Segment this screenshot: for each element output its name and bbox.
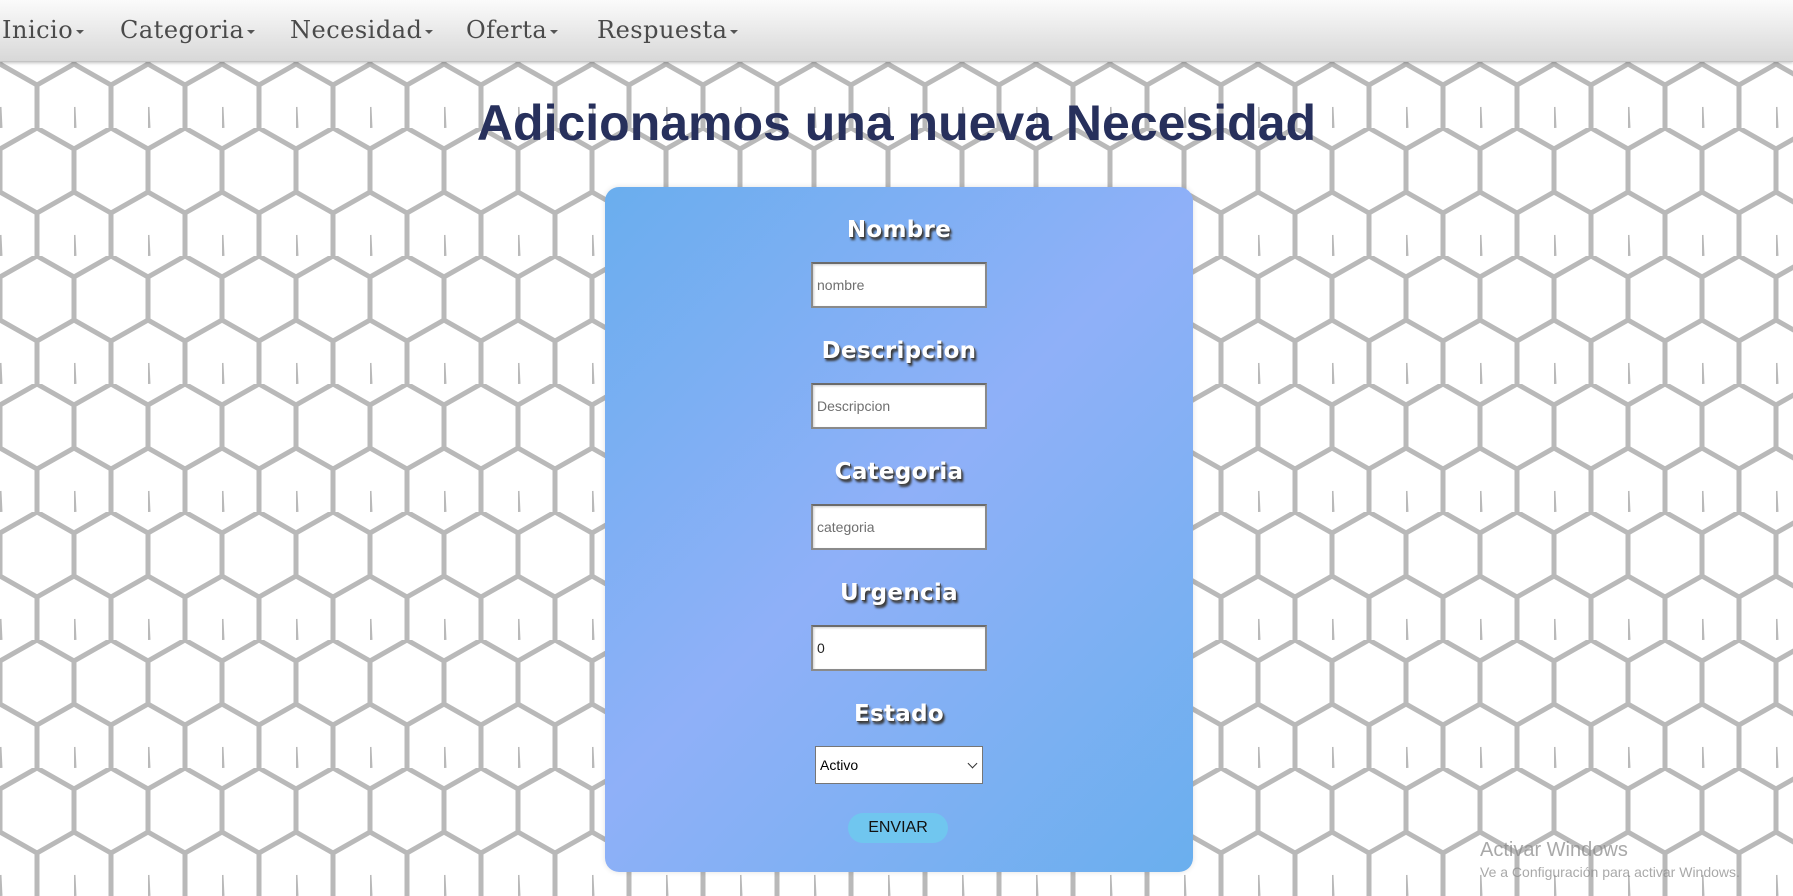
categoria-input[interactable] xyxy=(811,504,987,550)
descripcion-label: Descripcion xyxy=(821,338,977,364)
nav-item-label: Oferta xyxy=(466,16,548,44)
descripcion-input[interactable] xyxy=(811,383,987,429)
watermark-title: Activar Windows xyxy=(1480,839,1628,861)
caret-down-icon xyxy=(76,30,85,34)
nombre-label: Nombre xyxy=(846,217,952,243)
nav-item-categoria[interactable]: Categoria xyxy=(120,12,256,48)
enviar-button[interactable]: ENVIAR xyxy=(848,813,948,843)
nav-item-label: Categoria xyxy=(120,16,245,44)
chevron-down-icon xyxy=(967,758,978,769)
estado-select[interactable]: Activo xyxy=(815,746,983,784)
caret-down-icon xyxy=(730,30,739,34)
top-navbar: Inicio Categoria Necesidad Oferta Respue… xyxy=(0,0,1793,62)
caret-down-icon xyxy=(550,30,559,34)
page-title: Adicionamos una nueva Necesidad xyxy=(476,95,1317,151)
nav-item-inicio[interactable]: Inicio xyxy=(2,12,85,48)
nav-item-necesidad[interactable]: Necesidad xyxy=(290,12,434,48)
nav-item-oferta[interactable]: Oferta xyxy=(466,12,559,48)
nav-item-label: Necesidad xyxy=(290,16,423,44)
nav-item-respuesta[interactable]: Respuesta xyxy=(597,12,739,48)
caret-down-icon xyxy=(425,30,434,34)
watermark-subtitle: Ve a Configuración para activar Windows. xyxy=(1480,864,1740,880)
estado-label: Estado xyxy=(854,701,944,727)
necesidad-form: Nombre Descripcion Categoria Urgencia Es… xyxy=(605,187,1193,872)
urgencia-input[interactable] xyxy=(811,625,987,671)
nav-item-label: Respuesta xyxy=(597,16,728,44)
caret-down-icon xyxy=(247,30,256,34)
estado-selected-value: Activo xyxy=(820,757,859,773)
urgencia-label: Urgencia xyxy=(840,580,958,606)
nombre-input[interactable] xyxy=(811,262,987,308)
categoria-label: Categoria xyxy=(834,459,964,485)
nav-item-label: Inicio xyxy=(2,16,74,44)
windows-activation-watermark: Activar Windows Ve a Configuración para … xyxy=(1480,838,1740,882)
